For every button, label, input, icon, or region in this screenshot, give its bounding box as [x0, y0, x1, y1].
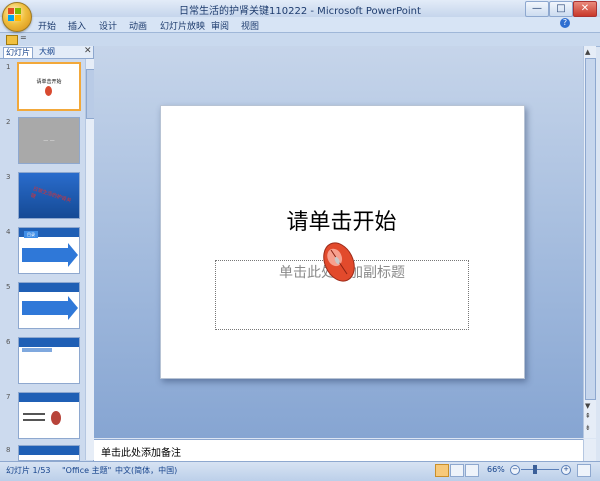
- tab-view[interactable]: 视图: [241, 19, 259, 32]
- zoom-slider-track[interactable]: [521, 469, 559, 470]
- thumb-number: 6: [6, 338, 11, 346]
- scroll-up-icon[interactable]: ▲: [585, 48, 590, 56]
- slide-thumbnail-2[interactable]: — —: [18, 117, 80, 164]
- thumb-line: [23, 413, 45, 415]
- minimize-button[interactable]: —: [525, 1, 549, 17]
- fit-to-window-icon[interactable]: [577, 464, 591, 477]
- slide-count: 幻灯片 1/53: [6, 466, 51, 475]
- slide-sorter-button[interactable]: [450, 464, 464, 477]
- thumb-header: [19, 338, 79, 347]
- normal-view-button[interactable]: [435, 464, 449, 477]
- thumb-4-label: 目录: [24, 231, 38, 238]
- slide-thumbnail-1[interactable]: 请单击开始: [17, 62, 81, 111]
- thumb-arrow-body: [22, 248, 68, 262]
- thumb-line: [22, 348, 52, 352]
- zoom-slider-thumb[interactable]: [533, 465, 537, 474]
- thumb-arrow-head: [68, 296, 78, 320]
- close-button[interactable]: ✕: [573, 1, 597, 17]
- quick-access-toolbar: [0, 33, 600, 47]
- previous-slide-icon[interactable]: ⇞: [585, 412, 591, 420]
- thumb-header: [19, 446, 79, 455]
- thumb-number: 5: [6, 283, 11, 291]
- ribbon-tab-bar: [0, 17, 600, 33]
- thumb-3-text: 日常生活的护肾关键: [29, 186, 72, 205]
- zoom-in-icon[interactable]: +: [561, 465, 571, 475]
- thumb-arrow-body: [22, 301, 68, 315]
- tab-home[interactable]: 开始: [38, 19, 56, 32]
- thumb-header: [19, 393, 79, 402]
- kidney-icon: [51, 411, 61, 425]
- thumb-number: 1: [6, 63, 11, 71]
- notes-scrollbar[interactable]: [583, 439, 596, 461]
- thumb-1-title: 请单击开始: [36, 79, 62, 85]
- slide-thumbnail-4[interactable]: 目录: [18, 227, 80, 274]
- thumb-number: 8: [6, 446, 11, 454]
- tab-design[interactable]: 设计: [99, 19, 117, 32]
- tab-slideshow[interactable]: 幻灯片放映: [160, 19, 205, 32]
- tab-animation[interactable]: 动画: [129, 19, 147, 32]
- thumb-number: 7: [6, 393, 11, 401]
- tab-outline[interactable]: 大纲: [37, 47, 57, 57]
- slide-thumbnail-7[interactable]: [18, 392, 80, 439]
- slide-thumbnail-6[interactable]: [18, 337, 80, 384]
- slide-thumbnail-3[interactable]: 日常生活的护肾关键: [18, 172, 80, 219]
- help-icon[interactable]: ?: [560, 18, 570, 28]
- theme-name: "Office 主题": [62, 466, 112, 475]
- tab-slides[interactable]: 幻灯片: [3, 47, 33, 58]
- thumb-header: [19, 283, 79, 292]
- office-logo-icon: [8, 8, 21, 21]
- thumbnail-scrollbar[interactable]: [85, 59, 95, 460]
- scroll-down-icon[interactable]: ▼: [585, 402, 590, 410]
- slide-title[interactable]: 请单击开始: [160, 204, 523, 236]
- thumb-2-text: — —: [43, 138, 55, 144]
- qat-dropdown[interactable]: =: [20, 33, 27, 42]
- thumb-number: 3: [6, 173, 11, 181]
- slide-thumbnail-8[interactable]: [18, 445, 80, 461]
- zoom-level[interactable]: 66%: [487, 465, 505, 474]
- mouse-icon: [323, 242, 355, 282]
- thumb-number: 2: [6, 118, 11, 126]
- slideshow-button[interactable]: [465, 464, 479, 477]
- tab-review[interactable]: 审阅: [211, 19, 229, 32]
- language[interactable]: 中文(简体，中国): [115, 465, 177, 476]
- notes-placeholder[interactable]: 单击此处添加备注: [101, 444, 181, 459]
- mouse-icon: [45, 86, 52, 96]
- folder-icon[interactable]: [6, 35, 18, 45]
- slide-scrollbar[interactable]: ▲ ▼ ⇞ ⇟: [583, 46, 596, 438]
- scroll-thumb[interactable]: [585, 58, 596, 400]
- zoom-out-icon[interactable]: −: [510, 465, 520, 475]
- thumb-arrow-head: [68, 243, 78, 267]
- thumb-number: 4: [6, 228, 11, 236]
- tab-insert[interactable]: 插入: [68, 19, 86, 32]
- thumb-line: [23, 419, 45, 421]
- window-title: 日常生活的护肾关键110222 - Microsoft PowerPoint: [179, 6, 421, 17]
- pane-close-icon[interactable]: ✕: [84, 46, 92, 56]
- slide-thumbnail-5[interactable]: [18, 282, 80, 329]
- maximize-button[interactable]: □: [549, 1, 573, 17]
- next-slide-icon[interactable]: ⇟: [585, 424, 591, 432]
